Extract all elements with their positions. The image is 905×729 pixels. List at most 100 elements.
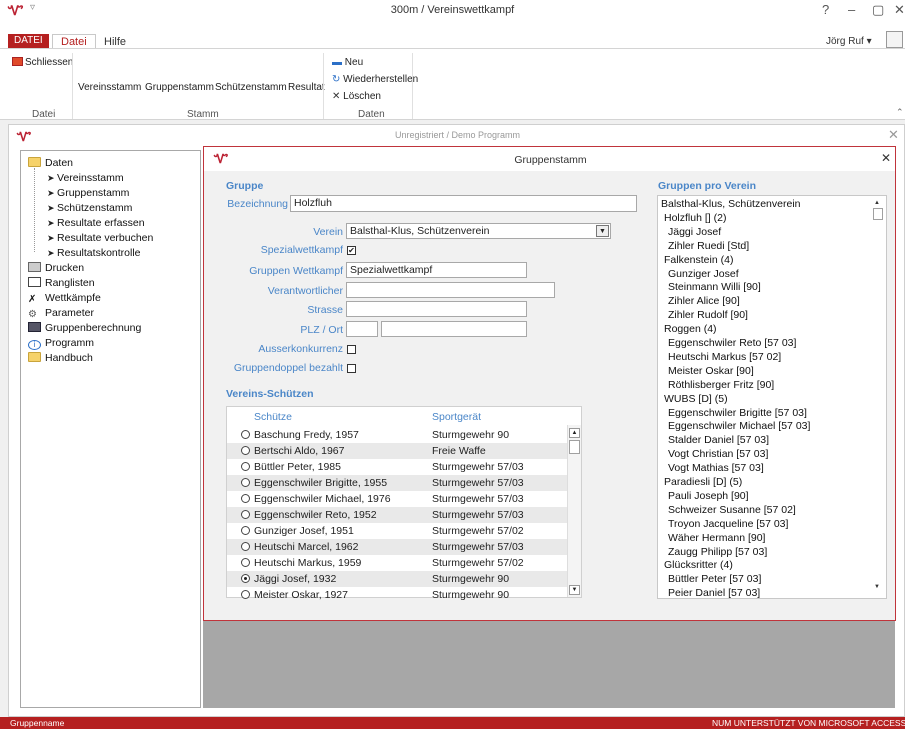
- list-item[interactable]: Glücksritter (4): [664, 559, 733, 573]
- table-row[interactable]: Eggenschwiler Reto, 1952 Sturmgewehr 57/0…: [227, 507, 567, 523]
- gw-field[interactable]: Spezialwettkampf: [346, 262, 527, 278]
- row-radio[interactable]: [241, 494, 250, 503]
- scroll-down-icon[interactable]: ▼: [874, 584, 880, 590]
- scroll-down-icon[interactable]: ▼: [569, 585, 580, 595]
- list-item[interactable]: Zihler Rudolf [90]: [668, 309, 748, 323]
- tree-item-ranglisten[interactable]: Ranglisten: [28, 277, 95, 293]
- row-radio[interactable]: [241, 574, 250, 583]
- tree-item-resultate-verbuchen[interactable]: ➤ Resultate verbuchen: [47, 232, 153, 248]
- gruppendoppel-checkbox[interactable]: [347, 364, 356, 373]
- gruppenstamm-button[interactable]: Gruppenstamm: [145, 82, 214, 93]
- close-icon[interactable]: ✕: [881, 151, 891, 165]
- list-item[interactable]: Eggenschwiler Michael [57 03]: [668, 420, 810, 434]
- table-row[interactable]: Bertschi Aldo, 1967 Freie Waffe: [227, 443, 567, 459]
- ort-field[interactable]: [381, 321, 527, 337]
- table-row[interactable]: Heutschi Marcel, 1962 Sturmgewehr 57/03: [227, 539, 567, 555]
- tree-item-programm[interactable]: i Programm: [28, 337, 94, 353]
- close-icon[interactable]: ✕: [888, 127, 899, 143]
- list-item[interactable]: Eggenschwiler Reto [57 03]: [668, 337, 796, 351]
- list-item[interactable]: WUBS [D] (5): [664, 393, 728, 407]
- row-radio[interactable]: [241, 446, 250, 455]
- tree-item-drucken[interactable]: Drucken: [28, 262, 84, 278]
- strasse-field[interactable]: [346, 301, 527, 317]
- tree-item-schuetzenstamm[interactable]: ➤ Schützenstamm: [47, 202, 132, 218]
- table-row[interactable]: Heutschi Markus, 1959 Sturmgewehr 57/02: [227, 555, 567, 571]
- row-radio[interactable]: [241, 526, 250, 535]
- table-row[interactable]: Eggenschwiler Michael, 1976 Sturmgewehr 5…: [227, 491, 567, 507]
- tree-item-gruppenberechnung[interactable]: Gruppenberechnung: [28, 322, 141, 338]
- tree-item-resultatskontrolle[interactable]: ➤ Resultatskontrolle: [47, 247, 141, 263]
- list-item[interactable]: Vogt Christian [57 03]: [668, 448, 768, 462]
- plz-field[interactable]: [346, 321, 378, 337]
- scroll-up-icon[interactable]: ▲: [569, 428, 580, 438]
- list-item[interactable]: Troyon Jacqueline [57 03]: [668, 518, 788, 532]
- help-button[interactable]: ?: [822, 2, 829, 17]
- tab-hilfe[interactable]: Hilfe: [104, 36, 126, 48]
- scroll-up-icon[interactable]: ▲: [874, 200, 880, 206]
- list-item[interactable]: Holzfluh [] (2): [664, 212, 726, 226]
- list-item[interactable]: Vogt Mathias [57 03]: [668, 462, 764, 476]
- row-radio[interactable]: [241, 510, 250, 519]
- chevron-down-icon[interactable]: ▼: [596, 225, 609, 237]
- avatar[interactable]: [886, 31, 903, 48]
- list-item[interactable]: Gunziger Josef: [668, 268, 739, 282]
- table-row[interactable]: Meister Oskar, 1927 Sturmgewehr 90: [227, 587, 567, 603]
- verein-select[interactable]: Balsthal-Klus, Schützenverein: [346, 223, 611, 239]
- tree-item-resultate-erfassen[interactable]: ➤ Resultate erfassen: [47, 217, 145, 233]
- row-radio[interactable]: [241, 558, 250, 567]
- list-item[interactable]: Schweizer Susanne [57 02]: [668, 504, 796, 518]
- resultat-button[interactable]: Resultat: [288, 82, 325, 93]
- collapse-ribbon-icon[interactable]: ⌃: [896, 107, 904, 118]
- list-item[interactable]: Falkenstein (4): [664, 254, 733, 268]
- vereinsstamm-button[interactable]: Vereinsstamm: [78, 82, 141, 93]
- table-row[interactable]: Büttler Peter, 1985 Sturmgewehr 57/03: [227, 459, 567, 475]
- row-radio[interactable]: [241, 478, 250, 487]
- list-item[interactable]: Wäher Hermann [90]: [668, 532, 765, 546]
- list-item[interactable]: Eggenschwiler Brigitte [57 03]: [668, 407, 807, 421]
- scroll-thumb[interactable]: [873, 208, 883, 220]
- list-item[interactable]: Stalder Daniel [57 03]: [668, 434, 769, 448]
- minimize-button[interactable]: –: [848, 2, 855, 17]
- row-radio[interactable]: [241, 430, 250, 439]
- shooters-scrollbar[interactable]: ▲ ▼: [567, 425, 581, 597]
- table-row[interactable]: Jäggi Josef, 1932 Sturmgewehr 90: [227, 571, 567, 587]
- delete-button[interactable]: ✕ Löschen: [332, 91, 381, 102]
- tree-item-vereinsstamm[interactable]: ➤ Vereinsstamm: [47, 172, 124, 188]
- bezeichnung-field[interactable]: Holzfluh: [290, 195, 637, 212]
- list-item[interactable]: Peier Daniel [57 03]: [668, 587, 760, 598]
- row-radio[interactable]: [241, 542, 250, 551]
- new-button[interactable]: ▬ Neu: [332, 57, 363, 68]
- ausserkonkurrenz-checkbox[interactable]: [347, 345, 356, 354]
- list-item[interactable]: Zaugg Philipp [57 03]: [668, 546, 767, 560]
- tree-item-parameter[interactable]: ⚙ Parameter: [28, 307, 94, 323]
- tree-item-wettkaempfe[interactable]: ✗ Wettkämpfe: [28, 292, 101, 308]
- user-name[interactable]: Jörg Ruf ▾: [826, 36, 872, 47]
- scroll-thumb[interactable]: [569, 440, 580, 454]
- list-item[interactable]: Pauli Joseph [90]: [668, 490, 749, 504]
- list-item[interactable]: Jäggi Josef: [668, 226, 721, 240]
- tree-item-handbuch[interactable]: Handbuch: [28, 352, 93, 368]
- close-window-button[interactable]: ✕: [894, 2, 905, 18]
- row-radio[interactable]: [241, 462, 250, 471]
- verantwortlicher-field[interactable]: [346, 282, 555, 298]
- spezial-checkbox[interactable]: ✔: [347, 246, 356, 255]
- list-item[interactable]: Balsthal-Klus, Schützenverein: [661, 198, 801, 212]
- table-row[interactable]: Baschung Fredy, 1957 Sturmgewehr 90: [227, 427, 567, 443]
- table-row[interactable]: Gunziger Josef, 1951 Sturmgewehr 57/02: [227, 523, 567, 539]
- list-item[interactable]: Roggen (4): [664, 323, 717, 337]
- row-radio[interactable]: [241, 590, 250, 599]
- list-item[interactable]: Heutschi Markus [57 02]: [668, 351, 781, 365]
- tree-item-gruppenstamm[interactable]: ➤ Gruppenstamm: [47, 187, 129, 203]
- groups-per-club-list[interactable]: Balsthal-Klus, Schützenverein Holzfluh []…: [657, 195, 887, 599]
- list-item[interactable]: Zihler Ruedi [Std]: [668, 240, 749, 254]
- schuetzenstamm-button[interactable]: Schützenstamm: [215, 82, 287, 93]
- list-item[interactable]: Meister Oskar [90]: [668, 365, 754, 379]
- list-item[interactable]: Röthlisberger Fritz [90]: [668, 379, 774, 393]
- list-scrollbar[interactable]: ▲ ▼: [871, 196, 886, 598]
- table-row[interactable]: Eggenschwiler Brigitte, 1955 Sturmgewehr …: [227, 475, 567, 491]
- restore-button[interactable]: ↻ Wiederherstellen: [332, 74, 418, 85]
- list-item[interactable]: Steinmann Willi [90]: [668, 281, 761, 295]
- close-button[interactable]: Schliessen: [12, 57, 73, 68]
- list-item[interactable]: Büttler Peter [57 03]: [668, 573, 761, 587]
- list-item[interactable]: Zihler Alice [90]: [668, 295, 740, 309]
